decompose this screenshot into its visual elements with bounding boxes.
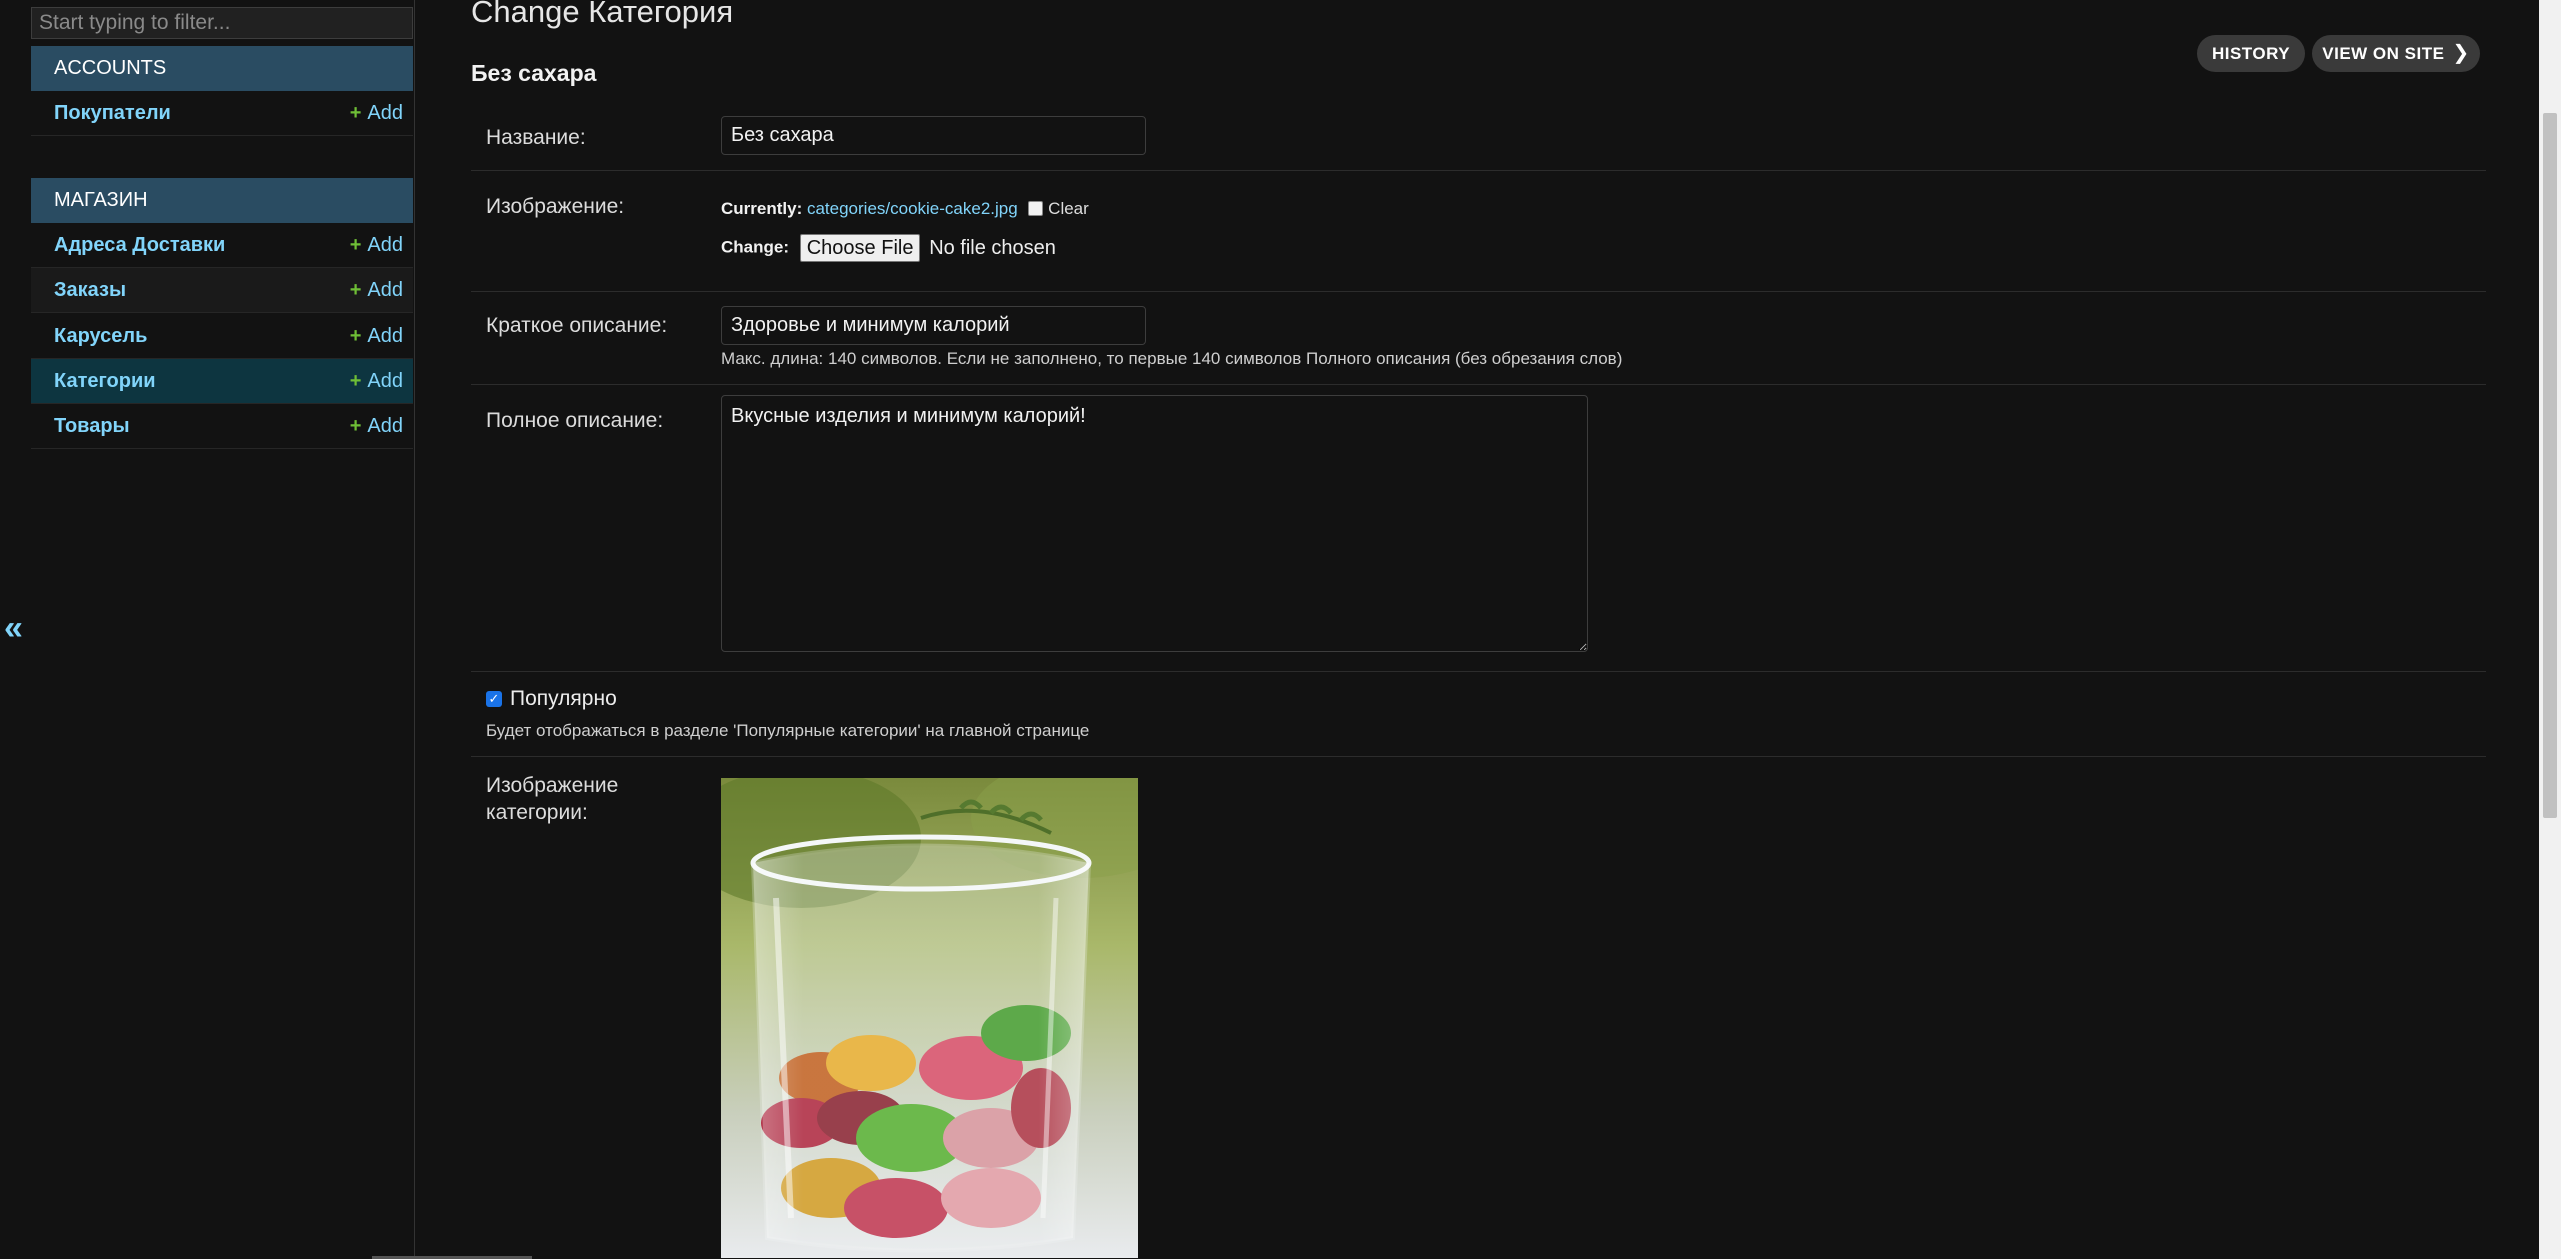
- nav-filter-input[interactable]: [31, 7, 413, 39]
- add-customer-link[interactable]: + Add: [350, 91, 403, 136]
- collapse-sidebar-icon[interactable]: «: [4, 608, 28, 648]
- sidebar-item-categories: Категории + Add: [31, 359, 413, 404]
- object-name: Без сахара: [471, 60, 597, 86]
- vertical-scrollbar[interactable]: [2539, 0, 2561, 1259]
- category-image-label: Изображение категории:: [486, 774, 619, 824]
- short-description-label: Краткое описание:: [486, 314, 668, 337]
- sidebar-item-label[interactable]: Категории: [54, 359, 156, 404]
- sidebar-collapse-strip: «: [0, 0, 31, 1259]
- module-caption-accounts[interactable]: ACCOUNTS: [31, 46, 413, 91]
- sidebar-item-delivery-addresses: Адреса Доставки + Add: [31, 223, 413, 268]
- sidebar: ACCOUNTS Покупатели +Add МАГАЗИН Адреса …: [31, 0, 415, 1259]
- sidebar-item-label[interactable]: Покупатели: [54, 91, 171, 136]
- sidebar-item-carousel: Карусель + Add: [31, 314, 413, 359]
- main-content: Change Категория Без сахара HISTORY VIEW…: [416, 0, 2536, 1259]
- no-file-chosen-text: No file chosen: [929, 236, 1056, 259]
- current-image-link[interactable]: categories/cookie-cake2.jpg: [807, 199, 1018, 218]
- vertical-scrollbar-thumb[interactable]: [2543, 113, 2557, 818]
- plus-icon: +: [349, 234, 362, 256]
- form-row-popular: ✓ Популярно Будет отображаться в разделе…: [471, 672, 2486, 757]
- sidebar-item-orders: Заказы + Add: [31, 268, 413, 313]
- popular-checkbox[interactable]: ✓: [486, 691, 502, 707]
- module-caption-shop[interactable]: МАГАЗИН: [31, 178, 413, 223]
- sidebar-item-label[interactable]: Карусель: [54, 314, 147, 359]
- plus-icon: +: [349, 279, 362, 301]
- plus-icon: +: [349, 325, 362, 347]
- plus-icon: +: [349, 370, 362, 392]
- view-on-site-button[interactable]: VIEW ON SITE ❯: [2312, 35, 2480, 72]
- plus-icon: +: [349, 102, 362, 124]
- image-label: Изображение:: [486, 195, 625, 218]
- module-caption-label: МАГАЗИН: [54, 189, 148, 211]
- image-change: Change: Choose File No file chosen: [721, 234, 1056, 262]
- add-carousel-link[interactable]: + Add: [350, 314, 403, 359]
- form-row-full-description: Полное описание: Вкусные изделия и миним…: [471, 385, 2486, 672]
- short-description-input[interactable]: [721, 306, 1146, 345]
- add-order-link[interactable]: + Add: [350, 268, 403, 313]
- add-delivery-address-link[interactable]: + Add: [350, 223, 403, 268]
- sidebar-item-label[interactable]: Заказы: [54, 268, 126, 313]
- page-title: Change Категория: [471, 0, 734, 29]
- sidebar-item-label[interactable]: Адреса Доставки: [54, 223, 225, 268]
- full-description-label: Полное описание:: [486, 409, 664, 432]
- plus-icon: +: [349, 415, 362, 437]
- name-input[interactable]: [721, 116, 1146, 155]
- category-image-preview: [721, 778, 1138, 1258]
- image-current: Currently: categories/cookie-cake2.jpg C…: [721, 199, 1089, 218]
- form-row-category-image: Изображение категории:: [471, 757, 2486, 1259]
- sidebar-item-label[interactable]: Товары: [54, 404, 130, 449]
- clear-label: Clear: [1048, 199, 1089, 218]
- form-row-name: Название:: [471, 106, 2486, 171]
- macarons-in-glass-image: [721, 778, 1138, 1258]
- name-label: Название:: [486, 126, 586, 149]
- choose-file-button[interactable]: Choose File: [799, 234, 921, 262]
- popular-help: Будет отображаться в разделе 'Популярные…: [486, 721, 1090, 740]
- chevron-right-icon: ❯: [2452, 42, 2470, 64]
- short-description-help: Макс. длина: 140 символов. Если не запол…: [721, 349, 1623, 368]
- clear-checkbox[interactable]: [1028, 201, 1044, 216]
- popular-label[interactable]: Популярно: [510, 687, 617, 711]
- history-button[interactable]: HISTORY: [2197, 35, 2305, 72]
- form-row-image: Изображение: Currently: categories/cooki…: [471, 171, 2486, 292]
- form-row-short-description: Краткое описание: Макс. длина: 140 симво…: [471, 292, 2486, 385]
- sidebar-item-customers: Покупатели + Add: [31, 91, 413, 136]
- add-category-link[interactable]: + Add: [350, 359, 403, 404]
- sidebar-item-products: Товары + Add: [31, 404, 413, 449]
- full-description-textarea[interactable]: Вкусные изделия и минимум калорий!: [721, 395, 1588, 652]
- add-product-link[interactable]: + Add: [350, 404, 403, 449]
- module-caption-label: ACCOUNTS: [54, 57, 167, 79]
